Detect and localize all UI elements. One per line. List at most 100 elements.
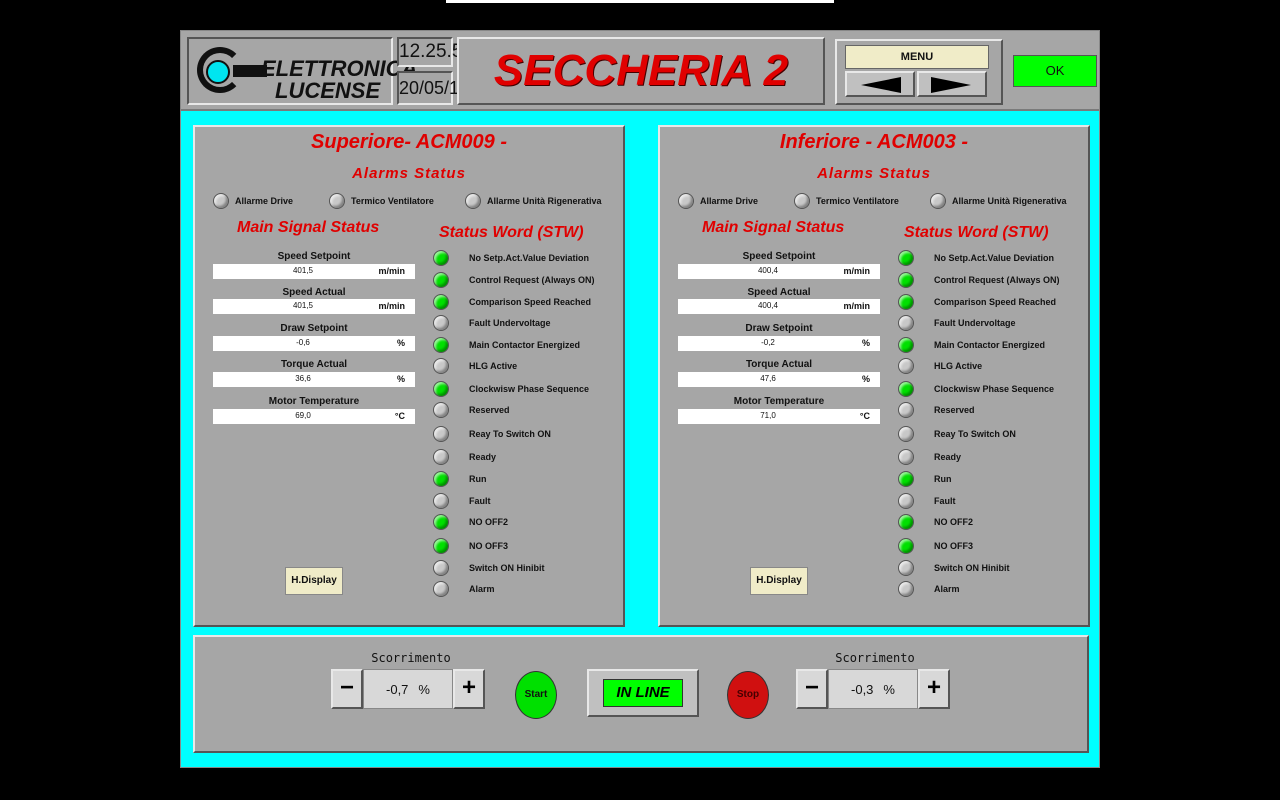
draw-setpoint-field: -0,2 % (678, 336, 880, 351)
motor-temperature-field: 69,0 °C (213, 409, 415, 424)
signal-label: Torque Actual (280, 359, 348, 370)
stw-label: No Setp.Act.Value Deviation (934, 253, 1055, 263)
status-lamp-icon (433, 272, 449, 288)
signal-label: Speed Actual (747, 287, 811, 298)
stw-label: Comparison Speed Reached (469, 297, 592, 307)
arrow-right-icon (931, 77, 971, 93)
alarm-drive: Allarme Drive (213, 193, 293, 209)
signal-label: Speed Setpoint (277, 251, 351, 262)
stw-label: NO OFF2 (934, 517, 974, 527)
stw-item: Run (898, 471, 952, 487)
stw-item: Ready (433, 449, 496, 465)
stw-item: Switch ON Hinibit (433, 560, 545, 576)
main-signal-title: Main Signal Status (237, 219, 380, 236)
signal-label: Motor Temperature (268, 396, 360, 407)
alarm-label: Allarme Unità Rigenerativa (952, 196, 1067, 206)
stw-title: Status Word (STW) (904, 224, 1049, 241)
stw-label: Main Contactor Energized (934, 340, 1046, 350)
signal-unit: % (861, 374, 870, 384)
torque-actual-field: 36,6 % (213, 372, 415, 387)
alarm-termico-lamp-icon (329, 193, 345, 209)
status-lamp-icon (898, 538, 914, 554)
signal-unit: m/min (843, 301, 870, 311)
stw-label: HLG Active (934, 361, 983, 371)
top-white-bar (446, 0, 834, 3)
signal-value: -0,2 (761, 338, 775, 347)
signal-label: Draw Setpoint (745, 323, 813, 334)
signal-value: 401,5 (292, 266, 314, 275)
status-lamp-icon (898, 471, 914, 487)
stw-label: Reay To Switch ON (934, 429, 1016, 439)
stop-button[interactable]: Stop (727, 671, 769, 719)
signal-value: 36,6 (295, 374, 311, 383)
signal-value: 71,0 (760, 411, 776, 420)
signal-label: Draw Setpoint (280, 323, 348, 334)
scorrimento-right-label: Scorrimento (835, 651, 915, 665)
menu-next-button[interactable] (917, 71, 987, 97)
stw-item: Reserved (433, 402, 510, 418)
status-lamp-icon (898, 449, 914, 465)
scorrimento-left-label: Scorrimento (371, 651, 451, 665)
signal-value: 400,4 (757, 266, 779, 275)
signal-label: Torque Actual (745, 359, 813, 370)
draw-setpoint-field: -0,6 % (213, 336, 415, 351)
h-display-button[interactable]: H.Display (750, 567, 808, 595)
signal-unit: °C (394, 411, 405, 421)
status-lamp-icon (898, 560, 914, 576)
stw-label: Run (934, 474, 952, 484)
stw-item: Alarm (433, 581, 495, 597)
status-lamp-icon (898, 581, 914, 597)
stw-label: Control Request (Always ON) (469, 275, 595, 285)
logo-dot-icon (206, 60, 230, 84)
stw-label: NO OFF3 (469, 541, 509, 551)
ok-button[interactable]: OK (1013, 55, 1097, 87)
scorrimento-right-stepper: − -0,3 % + (796, 669, 950, 709)
scorrimento-left-plus-button[interactable]: + (453, 669, 485, 709)
signal-unit: m/min (378, 301, 405, 311)
menu-prev-button[interactable] (845, 71, 915, 97)
scorrimento-left-minus-button[interactable]: − (331, 669, 363, 709)
stw-label: Switch ON Hinibit (934, 563, 1010, 573)
stw-item: Ready (898, 449, 961, 465)
alarms-status-title: Alarms Status (817, 165, 931, 182)
status-lamp-icon (433, 381, 449, 397)
h-display-button[interactable]: H.Display (285, 567, 343, 595)
menu-navigator: MENU (835, 39, 1003, 105)
unit-text: % (883, 681, 895, 697)
status-lamp-icon (433, 358, 449, 374)
menu-button[interactable]: MENU (845, 45, 989, 69)
stw-title: Status Word (STW) (439, 224, 584, 241)
stw-label: Fault Undervoltage (469, 318, 551, 328)
stw-item: Reserved (898, 402, 975, 418)
speed-actual-field: 400,4 m/min (678, 299, 880, 314)
stw-label: Control Request (Always ON) (934, 275, 1060, 285)
scorrimento-right-plus-button[interactable]: + (918, 669, 950, 709)
signal-unit: m/min (378, 266, 405, 276)
panel-inferiore: Inferiore - ACM003 - Alarms Status Allar… (658, 125, 1090, 627)
alarm-label: Termico Ventilatore (351, 196, 434, 206)
alarm-label: Allarme Drive (700, 196, 759, 206)
stw-label: Switch ON Hinibit (469, 563, 545, 573)
line-status-frame: IN LINE (587, 669, 699, 717)
scorrimento-left-value[interactable]: -0,7 % (363, 669, 453, 709)
date-display: 20/05/14 (397, 71, 469, 105)
start-button[interactable]: Start (515, 671, 557, 719)
status-lamp-icon (433, 493, 449, 509)
signal-value: 69,0 (295, 411, 311, 420)
stw-label: HLG Active (469, 361, 518, 371)
logo-text-line2: LUCENSE (275, 78, 381, 103)
stw-label: Fault (469, 496, 491, 506)
motor-temperature-field: 71,0 °C (678, 409, 880, 424)
panel-title: Inferiore - ACM003 - (779, 131, 969, 153)
speed-setpoint-field: 401,5 m/min (213, 264, 415, 279)
alarm-rigenerativa: Allarme Unità Rigenerativa (465, 193, 602, 209)
stw-item: Alarm (898, 581, 960, 597)
stw-label: Comparison Speed Reached (934, 297, 1057, 307)
control-bar: Scorrimento − -0,7 % + Start IN LINE Sto… (193, 635, 1089, 753)
signal-unit: m/min (843, 266, 870, 276)
stw-item: Reay To Switch ON (433, 426, 551, 442)
stw-item: No Setp.Act.Value Deviation (433, 250, 589, 266)
scorrimento-right-value[interactable]: -0,3 % (828, 669, 918, 709)
scorrimento-right-minus-button[interactable]: − (796, 669, 828, 709)
stw-item: Control Request (Always ON) (433, 272, 595, 288)
